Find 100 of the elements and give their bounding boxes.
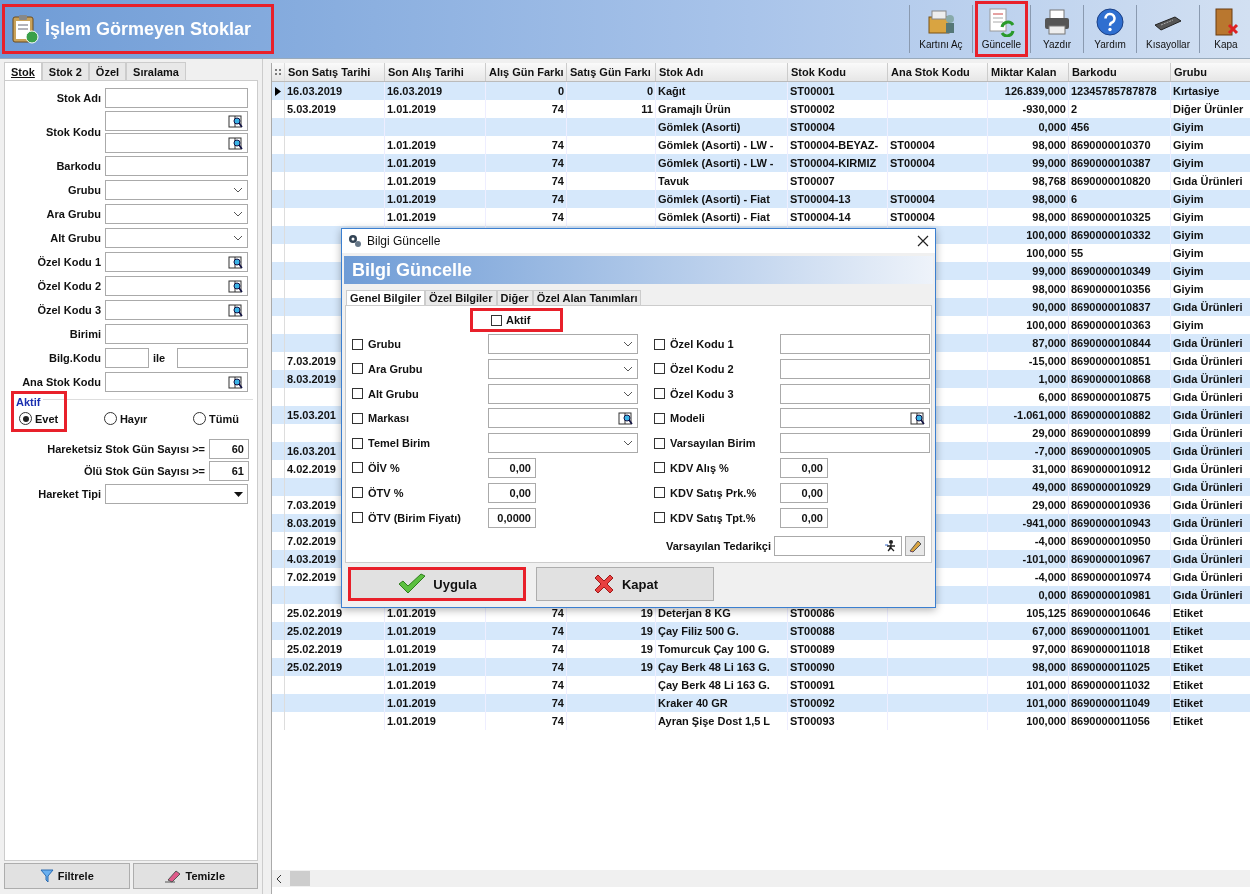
tab[interactable]: Stok 2 bbox=[41, 62, 89, 80]
checkbox-option[interactable]: Aktif bbox=[470, 308, 564, 332]
lookup-field[interactable] bbox=[105, 252, 248, 272]
radio-button[interactable] bbox=[193, 412, 207, 425]
toolbar-button[interactable]: Yardım bbox=[1086, 1, 1135, 57]
toolbar-button[interactable]: Yazdır bbox=[1033, 1, 1082, 57]
checkbox[interactable] bbox=[654, 512, 665, 524]
checkbox-option[interactable]: Varsayılan Birim bbox=[654, 437, 780, 450]
chevron-down-icon[interactable] bbox=[623, 390, 633, 397]
checkbox-option[interactable]: ÖTV % bbox=[352, 486, 488, 499]
lookup-field[interactable] bbox=[105, 133, 248, 153]
clear-button[interactable] bbox=[905, 535, 925, 556]
column-header[interactable]: Satış Gün Farkı bbox=[567, 63, 656, 81]
checkbox-option[interactable]: Grubu bbox=[352, 338, 488, 350]
checkbox[interactable] bbox=[352, 338, 363, 350]
book-search-icon[interactable] bbox=[228, 279, 243, 293]
checkbox[interactable] bbox=[654, 437, 665, 449]
tab[interactable]: Özel Bilgiler bbox=[424, 290, 497, 305]
book-search-icon[interactable] bbox=[228, 303, 243, 317]
number-field[interactable]: 0,00 bbox=[780, 458, 828, 478]
tab[interactable]: Sıralama bbox=[126, 62, 186, 80]
checkbox-option[interactable]: Özel Kodu 1 bbox=[654, 338, 780, 350]
chevron-down-icon[interactable] bbox=[623, 440, 633, 447]
text-field[interactable] bbox=[177, 348, 248, 368]
tab[interactable]: Özel Alan Tanımları bbox=[532, 290, 642, 305]
dialog-button[interactable]: Kapat bbox=[536, 567, 714, 601]
checkbox-option[interactable]: Markası bbox=[352, 412, 488, 425]
checkbox[interactable] bbox=[352, 462, 363, 474]
checkbox[interactable] bbox=[654, 363, 665, 375]
column-header[interactable]: Son Satış Tarihi bbox=[285, 63, 385, 81]
text-field[interactable] bbox=[105, 324, 248, 344]
column-header[interactable]: Stok Adı bbox=[656, 63, 788, 81]
tab[interactable]: Diğer bbox=[496, 290, 533, 305]
number-field[interactable]: 0,00 bbox=[488, 458, 536, 478]
text-field[interactable] bbox=[780, 358, 930, 379]
number-field[interactable]: 0,00 bbox=[488, 482, 536, 503]
text-field[interactable] bbox=[105, 348, 149, 368]
checkbox-option[interactable]: ÖİV % bbox=[352, 462, 488, 474]
book-search-icon[interactable] bbox=[228, 136, 243, 150]
book-search-icon[interactable] bbox=[618, 411, 633, 425]
dropdown-field[interactable] bbox=[488, 383, 638, 404]
column-header[interactable]: Alış Gün Farkı bbox=[486, 63, 567, 81]
toolbar-button[interactable]: Kapa bbox=[1202, 1, 1250, 57]
checkbox-option[interactable]: Özel Kodu 2 bbox=[654, 362, 780, 375]
dropdown-field[interactable] bbox=[488, 334, 638, 354]
radio-button[interactable] bbox=[103, 412, 117, 425]
dropdown-field[interactable] bbox=[105, 484, 248, 504]
checkbox[interactable] bbox=[654, 462, 665, 474]
checkbox[interactable] bbox=[352, 412, 363, 424]
tab[interactable]: Özel bbox=[88, 62, 127, 80]
figure-icon[interactable] bbox=[885, 539, 897, 553]
lookup-field[interactable] bbox=[780, 408, 930, 429]
chevron-down-icon[interactable] bbox=[623, 341, 633, 347]
column-header[interactable]: Son Alış Tarihi bbox=[385, 63, 486, 81]
column-header[interactable]: Miktar Kalan bbox=[988, 63, 1069, 81]
number-field[interactable]: 0,00 bbox=[780, 507, 828, 528]
toolbar-button[interactable]: Güncelle bbox=[974, 1, 1029, 57]
checkbox-option[interactable]: ÖTV (Birim Fiyatı) bbox=[352, 511, 488, 524]
action-button[interactable]: Filtrele bbox=[4, 863, 130, 889]
supplier-field[interactable] bbox=[774, 535, 902, 556]
radio-button[interactable] bbox=[19, 412, 32, 425]
checkbox[interactable] bbox=[352, 437, 363, 449]
checkbox-option[interactable]: Temel Birim bbox=[352, 437, 488, 450]
checkbox-option[interactable]: Ara Grubu bbox=[352, 362, 488, 375]
checkbox[interactable] bbox=[654, 487, 665, 499]
column-header[interactable]: Barkodu bbox=[1069, 63, 1171, 81]
checkbox-option[interactable]: KDV Satış Tpt.% bbox=[654, 511, 780, 524]
dropdown-field[interactable] bbox=[105, 228, 248, 248]
column-header[interactable]: Stok Kodu bbox=[788, 63, 888, 81]
book-search-icon[interactable] bbox=[910, 411, 925, 425]
chevron-down-icon[interactable] bbox=[233, 211, 243, 217]
checkbox[interactable] bbox=[352, 388, 363, 400]
book-search-icon[interactable] bbox=[228, 255, 243, 269]
number-field[interactable]: 61 bbox=[209, 461, 249, 481]
checkbox-option[interactable]: KDV Alış % bbox=[654, 462, 780, 474]
radio-option[interactable]: Hayır bbox=[103, 412, 148, 425]
checkbox-option[interactable]: KDV Satış Prk.% bbox=[654, 486, 780, 499]
lookup-field[interactable] bbox=[488, 408, 638, 429]
column-header[interactable]: Grubu bbox=[1171, 63, 1250, 81]
book-search-icon[interactable] bbox=[228, 114, 243, 128]
lookup-field[interactable] bbox=[105, 372, 248, 392]
tab[interactable]: Genel Bilgiler bbox=[346, 290, 425, 305]
chevron-down-icon[interactable] bbox=[623, 365, 633, 372]
book-search-icon[interactable] bbox=[228, 375, 243, 389]
checkbox[interactable] bbox=[352, 487, 363, 499]
text-field[interactable] bbox=[780, 383, 930, 404]
tab[interactable]: Stok bbox=[4, 62, 42, 80]
chevron-down-icon[interactable] bbox=[233, 235, 243, 241]
checkbox[interactable] bbox=[491, 314, 502, 326]
column-header[interactable]: Ana Stok Kodu bbox=[888, 63, 988, 81]
checkbox[interactable] bbox=[654, 412, 665, 424]
triangle-down-icon[interactable] bbox=[234, 491, 243, 497]
dropdown-field[interactable] bbox=[105, 204, 248, 224]
checkbox[interactable] bbox=[654, 338, 665, 350]
checkbox[interactable] bbox=[654, 388, 665, 400]
checkbox[interactable] bbox=[352, 512, 363, 524]
chevron-down-icon[interactable] bbox=[233, 187, 243, 193]
dropdown-field[interactable] bbox=[488, 433, 638, 454]
number-field[interactable]: 0,0000 bbox=[488, 507, 536, 528]
dropdown-field[interactable] bbox=[105, 180, 248, 200]
